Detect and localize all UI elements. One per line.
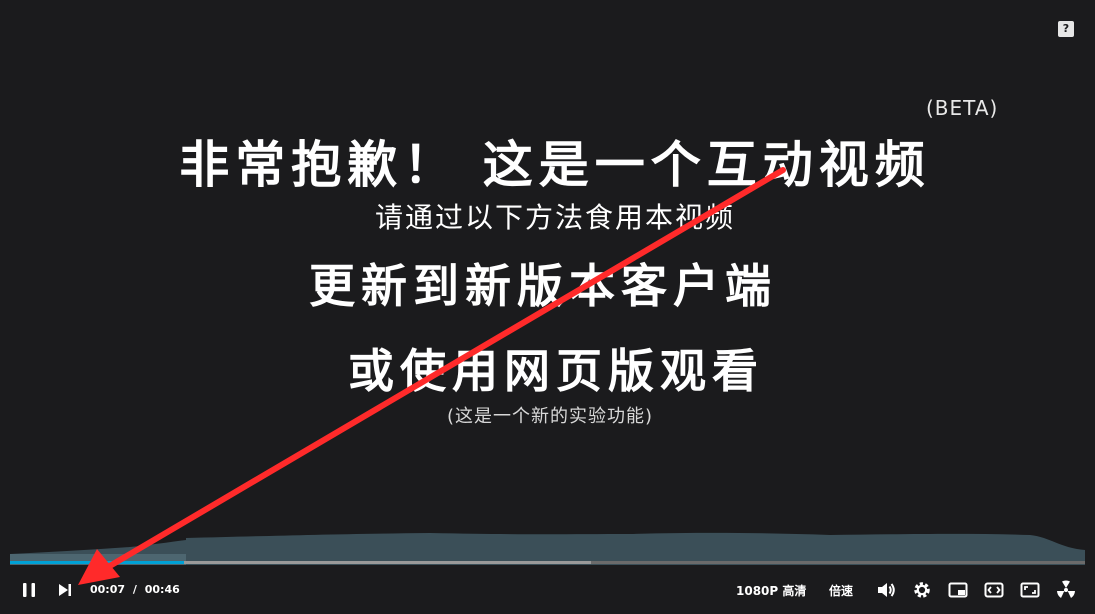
pause-icon[interactable] (18, 579, 40, 601)
quality-button[interactable]: 1080P 高清 (736, 582, 806, 599)
experimental-note-text: (这是一个新的实验功能) (446, 406, 654, 427)
instruction-web-text: 或使用网页版观看 (348, 344, 764, 398)
help-icon-glyph: ? (1062, 22, 1070, 35)
heat-wave (10, 532, 1085, 565)
headline-text: 非常抱歉！ 这是一个互动视频 (179, 136, 931, 194)
speed-button[interactable]: 倍速 (829, 582, 853, 599)
help-icon[interactable]: ? (1058, 21, 1074, 37)
subtitle-text: 请通过以下方法食用本视频 (374, 201, 735, 234)
pip-icon[interactable] (947, 579, 969, 601)
progress-played (10, 561, 185, 564)
beta-label: (BETA) (926, 96, 999, 120)
control-bar: 00:07 / 00:46 1080P 高清 倍速 (0, 570, 1095, 610)
settings-icon[interactable] (911, 579, 933, 601)
video-frame: (BETA) 非常抱歉！ 这是一个互动视频 请通过以下方法食用本视频 更新到新版… (0, 0, 1095, 614)
fullscreen-icon[interactable] (1019, 579, 1041, 601)
current-time: 00:07 (90, 583, 126, 596)
time-display: 00:07 / 00:46 (90, 583, 180, 596)
video-player[interactable]: (BETA) 非常抱歉！ 这是一个互动视频 请通过以下方法食用本视频 更新到新版… (0, 0, 1095, 614)
widescreen-icon[interactable] (983, 579, 1005, 601)
time-separator: / (132, 583, 137, 596)
volume-icon[interactable] (875, 579, 897, 601)
danmaku-icon[interactable] (1055, 579, 1077, 601)
progress-bar[interactable] (10, 561, 1085, 564)
next-icon[interactable] (54, 579, 76, 601)
duration: 00:46 (144, 583, 180, 596)
instruction-update-text: 更新到新版本客户端 (309, 259, 777, 313)
